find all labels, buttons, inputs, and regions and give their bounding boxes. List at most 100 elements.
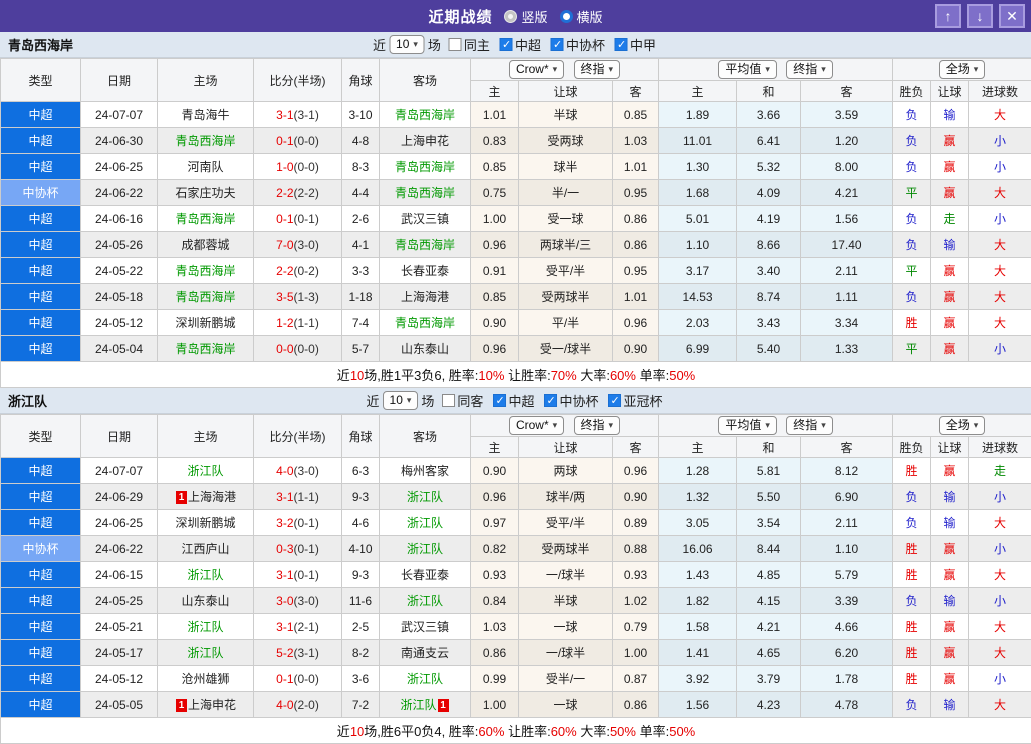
home-team-name: 山东泰山 — [181, 594, 229, 608]
scope-select[interactable]: 全场▾ — [939, 60, 986, 79]
home-team-name: 青岛西海岸 — [175, 212, 235, 226]
fulltime-score: 4-0 — [276, 698, 293, 712]
mode-radio-vertical[interactable]: 竖版 — [504, 7, 547, 26]
handicap-result-cell: 赢 — [931, 310, 969, 336]
result-cell: 负 — [893, 510, 931, 536]
home-team-name: 青岛西海岸 — [175, 290, 235, 304]
match-row: 中超24-05-17浙江队5-2(3-1)8-2南通支云0.86一/球半1.00… — [1, 640, 1031, 666]
result-cell: 胜 — [893, 614, 931, 640]
move-down-button[interactable]: ↓ — [967, 4, 993, 28]
match-row: 中协杯24-06-22石家庄功夫2-2(2-2)4-4青岛西海岸0.75半/一0… — [1, 180, 1031, 206]
handicap-result-cell: 输 — [931, 484, 969, 510]
match-row: 中超24-07-07浙江队4-0(3-0)6-3梅州客家0.90两球0.961.… — [1, 458, 1031, 484]
score-cell: 3-1(0-1) — [254, 562, 342, 588]
recent-count-select[interactable]: 10▾ — [383, 391, 419, 410]
handicap-cell: 平/半 — [519, 310, 613, 336]
summary-text: 50% — [610, 724, 636, 739]
league-checkbox-league1[interactable] — [615, 38, 628, 51]
chevron-down-icon: ▾ — [609, 62, 614, 77]
crow-away-odds-cell: 0.95 — [613, 258, 659, 284]
away-team-cell: 南通支云 — [380, 640, 471, 666]
chevron-down-icon: ▾ — [974, 62, 979, 77]
avg-draw-odds-cell: 4.23 — [737, 692, 801, 718]
home-team-name: 石家庄功夫 — [175, 186, 235, 200]
radio-icon[interactable] — [560, 10, 573, 23]
handicap-result-cell: 输 — [931, 102, 969, 128]
match-date-cell: 24-07-07 — [81, 102, 158, 128]
away-team-name: 青岛西海岸 — [395, 316, 455, 330]
avg-draw-odds-cell: 8.44 — [737, 536, 801, 562]
corners-cell: 4-1 — [342, 232, 380, 258]
avg-away-odds-cell: 5.79 — [801, 562, 893, 588]
league-checkbox-csl[interactable] — [500, 38, 513, 51]
company-select[interactable]: Crow*▾ — [509, 416, 564, 435]
company-ref-select[interactable]: 终指▾ — [574, 416, 621, 435]
corners-cell: 6-3 — [342, 458, 380, 484]
goals-result-cell: 大 — [969, 614, 1031, 640]
avg-home-odds-cell: 1.32 — [659, 484, 737, 510]
score-cell: 7-0(3-0) — [254, 232, 342, 258]
match-type-cell: 中超 — [1, 284, 81, 310]
chevron-down-icon: ▾ — [765, 418, 770, 433]
average-group-header: 平均值▾ 终指▾ — [659, 415, 893, 437]
goals-result-cell: 大 — [969, 310, 1031, 336]
handicap-result-cell: 输 — [931, 510, 969, 536]
match-date-cell: 24-06-25 — [81, 154, 158, 180]
avg-draw-odds-cell: 3.40 — [737, 258, 801, 284]
recent-label: 近 — [367, 391, 380, 410]
radio-icon[interactable] — [504, 10, 517, 23]
corners-cell: 5-7 — [342, 336, 380, 362]
crow-home-odds-cell: 0.85 — [471, 154, 519, 180]
halftime-score: (3-0) — [294, 594, 319, 608]
home-team-name: 青岛西海岸 — [175, 134, 235, 148]
score-cell: 5-2(3-1) — [254, 640, 342, 666]
result-cell: 胜 — [893, 640, 931, 666]
subheader-goals: 进球数 — [969, 437, 1031, 458]
score-cell: 1-0(0-0) — [254, 154, 342, 180]
company-select[interactable]: Crow*▾ — [509, 60, 564, 79]
handicap-result-cell: 赢 — [931, 640, 969, 666]
average-select[interactable]: 平均值▾ — [718, 60, 777, 79]
league-checkbox-csl[interactable] — [493, 394, 506, 407]
average-ref-select[interactable]: 终指▾ — [786, 60, 833, 79]
crow-home-odds-cell: 0.86 — [471, 640, 519, 666]
same-venue-checkbox[interactable] — [449, 38, 462, 51]
summary-text: 10 — [350, 724, 364, 739]
same-venue-checkbox[interactable] — [442, 394, 455, 407]
scope-select[interactable]: 全场▾ — [939, 416, 986, 435]
goals-result-cell: 大 — [969, 102, 1031, 128]
league-checkbox-acl[interactable] — [608, 394, 621, 407]
away-team-name: 武汉三镇 — [401, 620, 449, 634]
move-up-button[interactable]: ↑ — [935, 4, 961, 28]
mode-label-horizontal[interactable]: 横版 — [577, 7, 603, 26]
mode-radio-horizontal[interactable]: 横版 — [560, 7, 603, 26]
match-date-cell: 24-06-30 — [81, 128, 158, 154]
league-checkbox-facup[interactable] — [544, 394, 557, 407]
match-date-cell: 24-06-15 — [81, 562, 158, 588]
chevron-down-icon: ▾ — [821, 418, 826, 433]
score-cell: 2-2(2-2) — [254, 180, 342, 206]
games-label: 场 — [428, 35, 441, 54]
halftime-score: (1-1) — [294, 490, 319, 504]
column-header-score: 比分(半场) — [254, 415, 342, 458]
recent-count-select[interactable]: 10▾ — [389, 35, 425, 54]
avg-away-odds-cell: 3.34 — [801, 310, 893, 336]
company-ref-select[interactable]: 终指 ▾ — [574, 60, 621, 79]
result-cell: 胜 — [893, 562, 931, 588]
column-header-score: 比分(半场) — [254, 59, 342, 102]
result-cell: 负 — [893, 588, 931, 614]
company-ref-value: 终指 — [581, 62, 605, 77]
mode-label-vertical[interactable]: 竖版 — [521, 7, 547, 26]
result-cell: 负 — [893, 484, 931, 510]
avg-away-odds-cell: 3.39 — [801, 588, 893, 614]
average-select[interactable]: 平均值▾ — [718, 416, 777, 435]
goals-result-cell: 大 — [969, 232, 1031, 258]
average-ref-select[interactable]: 终指▾ — [786, 416, 833, 435]
home-team-cell: 青岛西海岸 — [158, 128, 254, 154]
close-button[interactable]: ✕ — [999, 4, 1025, 28]
avg-away-odds-cell: 8.00 — [801, 154, 893, 180]
league-checkbox-facup[interactable] — [551, 38, 564, 51]
crow-away-odds-cell: 1.01 — [613, 154, 659, 180]
crow-away-odds-cell: 0.96 — [613, 458, 659, 484]
avg-draw-odds-cell: 3.79 — [737, 666, 801, 692]
